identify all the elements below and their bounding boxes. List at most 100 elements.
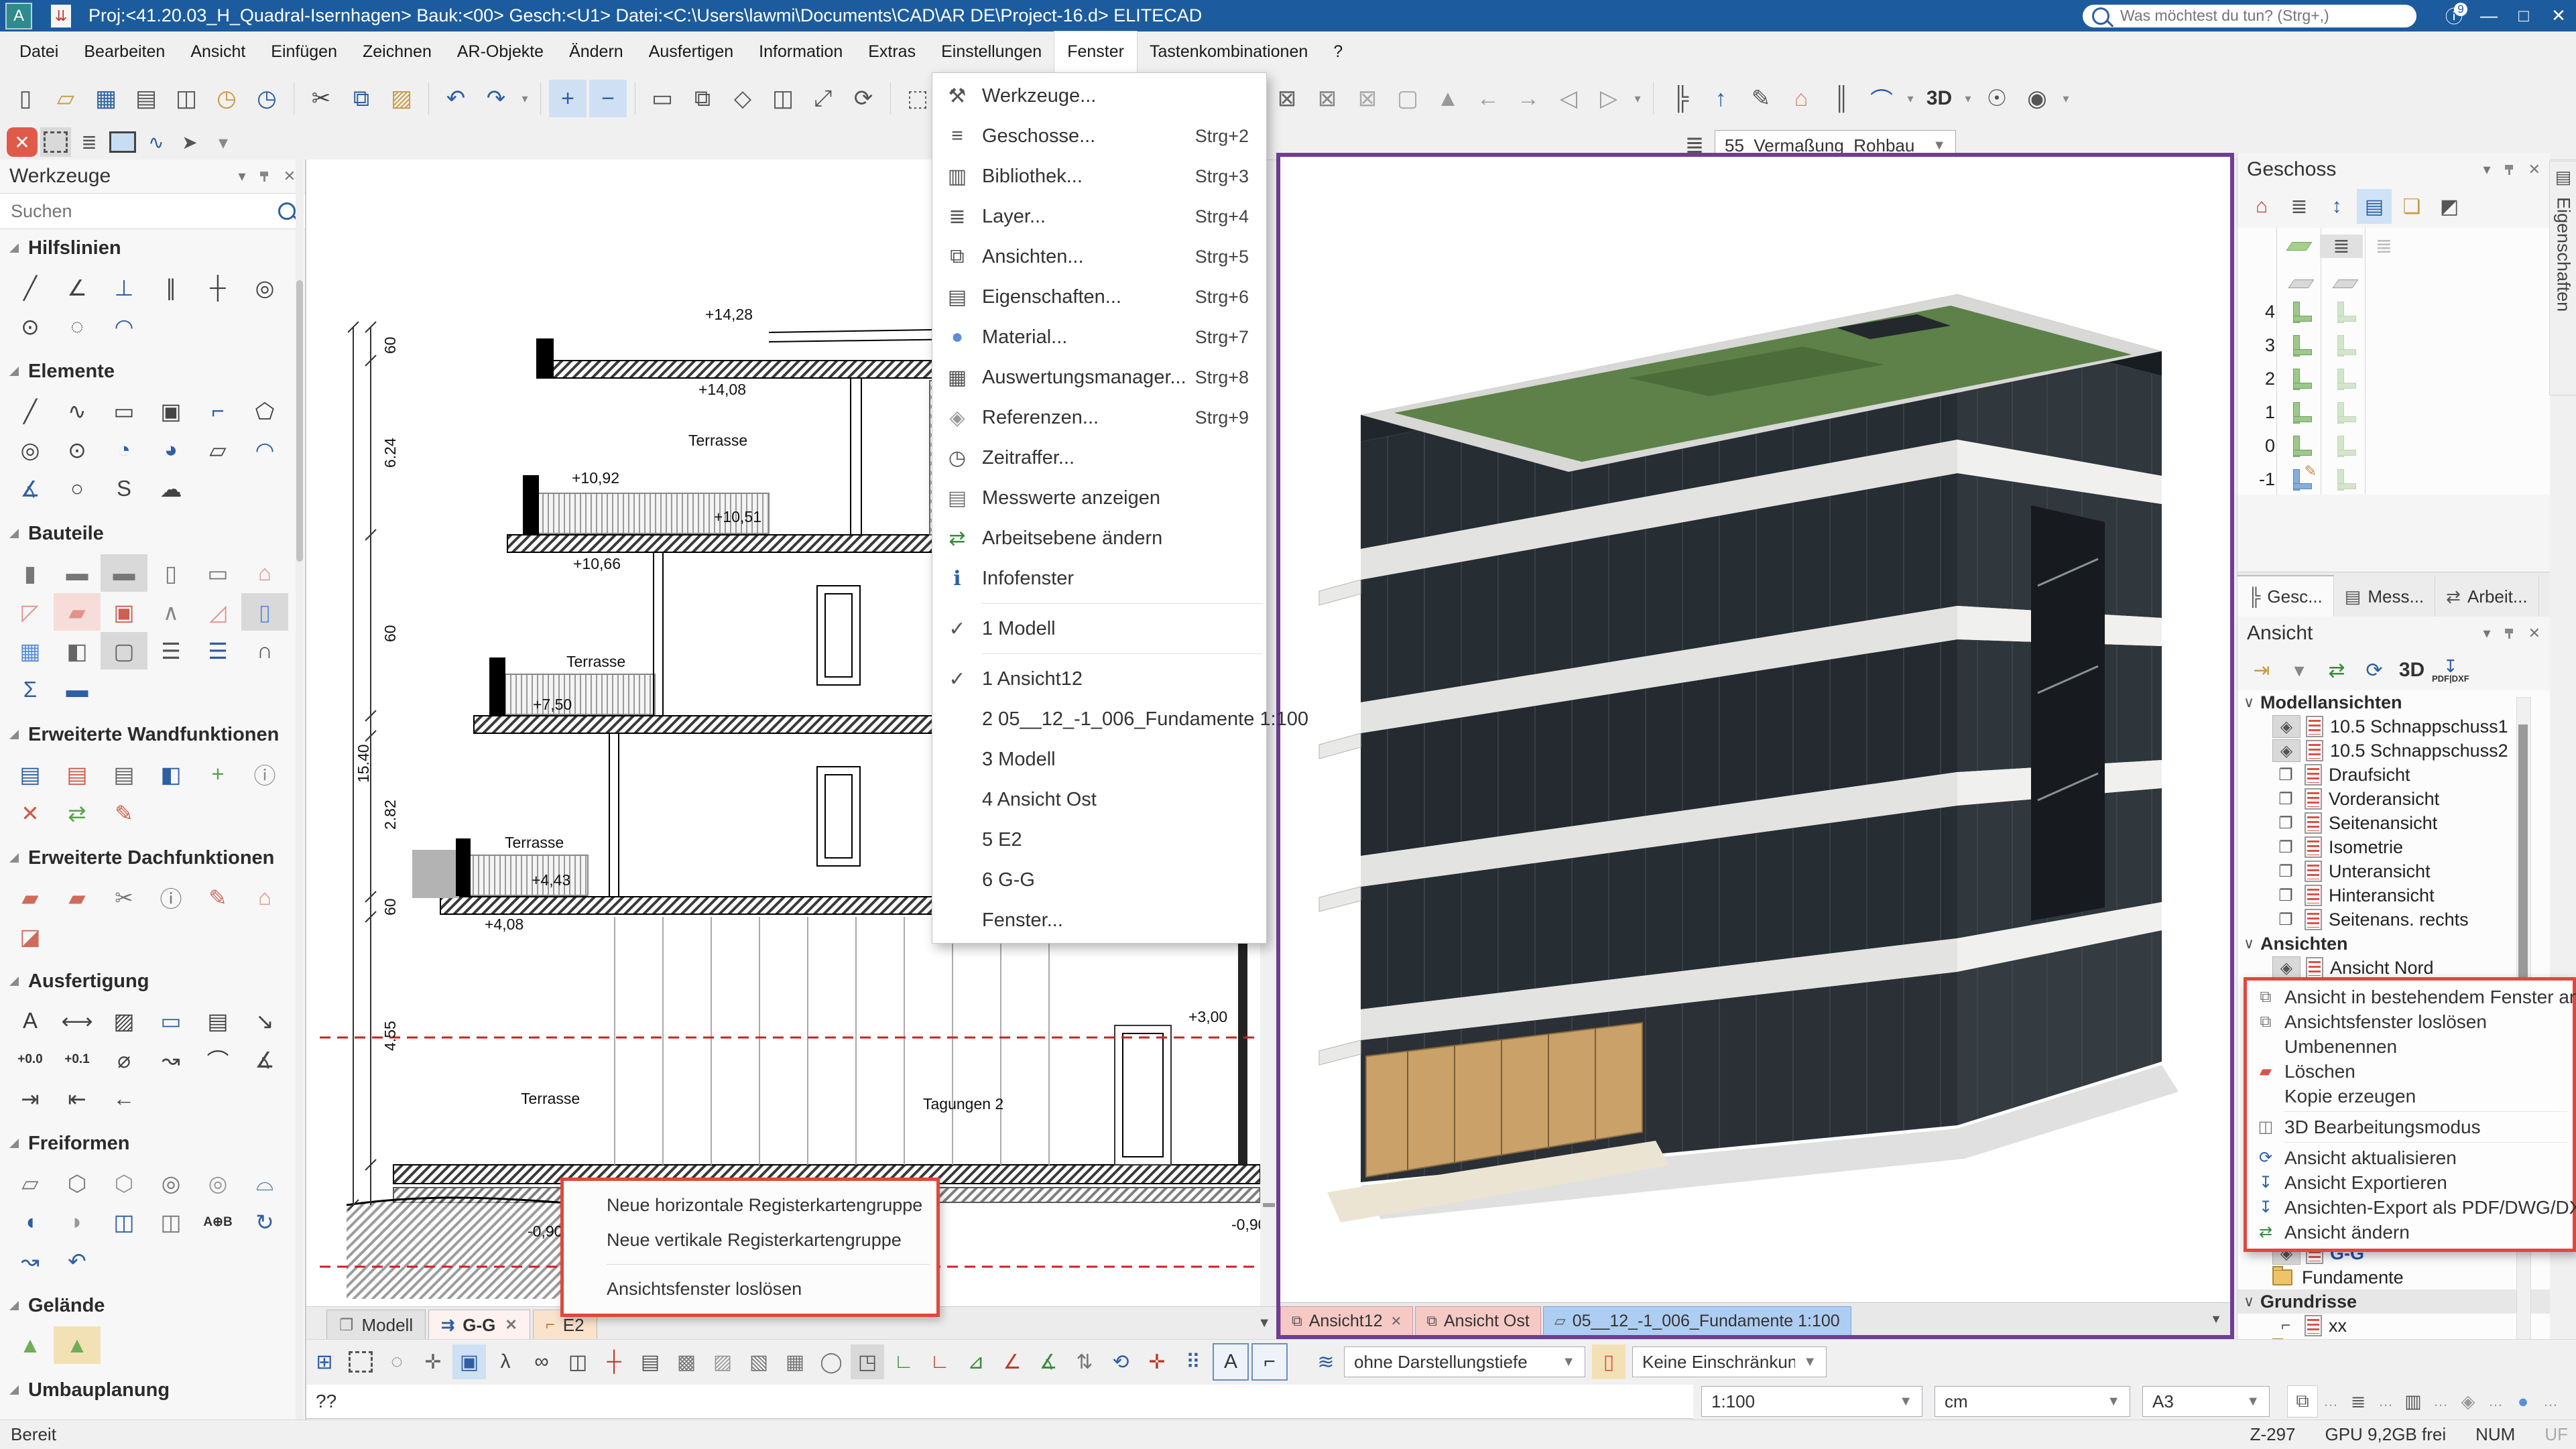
menu-item-referenzen-[interactable]: ◈ Referenzen... Strg+9	[932, 397, 1266, 438]
menu-item-6-g-g[interactable]: 6 G-G	[932, 860, 1266, 900]
menu-item-geschosse-[interactable]: ≡ Geschosse... Strg+2	[932, 116, 1266, 156]
storey-state-icon[interactable]: ✎	[2290, 462, 2317, 491]
sphere-view-icon[interactable]: ◯	[814, 1344, 848, 1379]
project-structure-icon[interactable]: ⌂	[2244, 189, 2279, 224]
export-pdf-dxf-icon[interactable]: ↧ PDF|DXF	[2432, 653, 2469, 688]
popup-item-1[interactable]: Neue horizontale Registerkartengruppe	[564, 1195, 936, 1216]
panel-tab-mess-[interactable]: ▤ Mess...	[2334, 576, 2436, 617]
roof-plane-icon[interactable]: ▰	[54, 593, 101, 631]
help-line-icon[interactable]: ╱	[7, 269, 54, 306]
command-input[interactable]: ??	[306, 1384, 1693, 1419]
paste-icon[interactable]: ▨	[383, 80, 420, 117]
arrow-curve-icon[interactable]: ↝	[147, 1041, 194, 1078]
save-icon[interactable]: ▦	[87, 80, 125, 117]
menu-tastenkombinationen[interactable]: Tastenkombinationen	[1137, 32, 1321, 72]
dormer-icon[interactable]: ∧	[147, 593, 194, 631]
menu-item-arbeitsebene-ndern[interactable]: ⇄ Arbeitsebene ändern	[932, 518, 1266, 558]
circle-point-icon[interactable]: ⊙	[54, 431, 101, 468]
divide-icon[interactable]: ◫	[101, 1203, 147, 1241]
help-search-input[interactable]	[2119, 6, 2407, 25]
storey-visibility-icon[interactable]	[2334, 302, 2357, 323]
menu-item-1-modell[interactable]: ✓ 1 Modell	[932, 609, 1266, 649]
view3d-tab-05-12-1-006-fundamente-1-100[interactable]: ▱ 05__12_-1_006_Fundamente 1:100	[1542, 1306, 1851, 1335]
stairs-railing-icon[interactable]: ☰	[194, 632, 241, 670]
cancel-icon[interactable]: ✕	[7, 127, 38, 157]
open-icon[interactable]: ▱	[47, 80, 84, 117]
tree-item-isometrie[interactable]: ❐ Isometrie	[2237, 835, 2550, 859]
save-version-icon[interactable]: ◷	[248, 80, 286, 117]
panel-menu-icon[interactable]: ▾	[2483, 625, 2491, 642]
tree-group-grundrisse[interactable]: ∨ Grundrisse	[2237, 1289, 2550, 1314]
fit-all-icon[interactable]: ⊠	[1268, 80, 1306, 117]
storey-row-0[interactable]: 0	[2237, 428, 2405, 464]
bend-icon[interactable]: ⌓	[241, 1164, 288, 1202]
circle-tangent-icon[interactable]: ◔	[101, 431, 147, 468]
unit-selector[interactable]: cm ▼	[1935, 1386, 2130, 1417]
roof-trim-icon[interactable]: ◸	[7, 593, 54, 631]
menu-item-eigenschaften-[interactable]: ▤ Eigenschaften... Strg+6	[932, 277, 1266, 317]
storey-list-icon[interactable]: ▤	[2357, 189, 2392, 224]
storey-visibility-icon[interactable]	[2334, 369, 2357, 390]
fit-sheet-icon[interactable]: ▢	[1389, 80, 1426, 117]
rotate-3d-icon[interactable]: ⟲	[1104, 1344, 1138, 1379]
tree-group-modellansichten[interactable]: ∨ Modellansichten	[2237, 690, 2550, 714]
torus-icon[interactable]: ◎	[147, 1164, 194, 1202]
drawing-column-header[interactable]: ≣	[2363, 235, 2405, 258]
scale-selector[interactable]: 1:100 ▼	[1701, 1386, 1922, 1417]
axis-rotate-icon[interactable]: ∡	[1032, 1344, 1065, 1379]
print-icon[interactable]: ▤	[127, 80, 165, 117]
roof-pair-icon[interactable]: ⌂	[241, 879, 288, 916]
context-item-l-schen[interactable]: ▰ Löschen	[2247, 1059, 2573, 1084]
diameter-dim-icon[interactable]: ⌀	[101, 1041, 147, 1078]
panel-tab-gesc-[interactable]: ╠ Gesc...	[2237, 575, 2334, 617]
roof-rebuild-icon[interactable]: ⌂	[194, 1411, 241, 1420]
view-3d-icon[interactable]: 3D	[2394, 653, 2429, 688]
arc-dim-icon[interactable]: ⌒	[194, 1041, 241, 1078]
column-icon[interactable]: ▯	[147, 554, 194, 592]
menu--ndern[interactable]: Ändern	[556, 32, 636, 72]
help-cross-icon[interactable]: ┼	[194, 269, 241, 306]
select-marquee-icon[interactable]	[40, 127, 71, 157]
material-manager-icon[interactable]: ●	[2508, 1386, 2538, 1417]
angle-dim-icon[interactable]: ∡	[241, 1041, 288, 1078]
cloud-icon[interactable]: ☁	[147, 470, 194, 507]
menu--[interactable]: ?	[1321, 32, 1355, 72]
tree-item-unteransicht[interactable]: ❐ Unteransicht	[2237, 859, 2550, 883]
context-item-ansicht-in-bestehendem-fenster-anzeigen[interactable]: ⧉ Ansicht in bestehendem Fenster anzeigen	[2247, 985, 2576, 1009]
torus-half-icon[interactable]: ◎	[194, 1164, 241, 1202]
menu-item-layer-[interactable]: ≣ Layer... Strg+4	[932, 196, 1266, 237]
load-view-icon[interactable]: ⇥	[2244, 653, 2279, 688]
contour-icon[interactable]: ⌐	[194, 392, 241, 430]
storey-state-icon[interactable]	[2290, 369, 2313, 390]
leader-arrow-icon[interactable]: ↘	[241, 1002, 288, 1040]
close-icon[interactable]: ✕	[1391, 1313, 1402, 1330]
menu-ar-objekte[interactable]: AR-Objekte	[444, 32, 556, 72]
wall-swap-icon[interactable]: ⇄	[54, 794, 101, 832]
view3d-tab-ansicht12[interactable]: ⧉ Ansicht12 ✕	[1280, 1306, 1414, 1335]
perspective-icon[interactable]: ▲	[1429, 80, 1467, 117]
fill-rect-icon[interactable]	[107, 127, 138, 157]
pin-icon[interactable]	[259, 171, 270, 182]
box-update-icon[interactable]: ⇅	[1068, 1344, 1101, 1379]
shaded-box-icon[interactable]: ▩	[670, 1344, 703, 1379]
storeys-manage-icon[interactable]: ≣	[2282, 189, 2317, 224]
menu-extras[interactable]: Extras	[855, 32, 928, 72]
menu-einstellungen[interactable]: Einstellungen	[928, 32, 1054, 72]
menu-item-bibliothek-[interactable]: ▥ Bibliothek... Strg+3	[932, 156, 1266, 196]
tree-item-ansicht-nord[interactable]: ◈ Ansicht Nord	[2237, 956, 2550, 980]
level-mark-plan-icon[interactable]: +0.1	[54, 1041, 101, 1078]
restriction-selector[interactable]: Keine Einschränkung ▼	[1632, 1346, 1827, 1377]
section-erweiterte-dachfunktionen[interactable]: Erweiterte Dachfunktionen	[0, 839, 305, 877]
tab-scroll-icon[interactable]: ▼	[2210, 1312, 2222, 1326]
notifications-button[interactable]: ⓘ 9	[2437, 0, 2471, 32]
menu-ausfertigen[interactable]: Ausfertigen	[636, 32, 746, 72]
context-item-ansicht-ndern[interactable]: ⇄ Ansicht ändern	[2247, 1220, 2573, 1245]
storey-reference-icon[interactable]: ╠	[1662, 80, 1699, 117]
tree-item-10-5-schnappschuss1[interactable]: ◈ 10.5 Schnappschuss1	[2237, 714, 2550, 739]
column-tool-icon[interactable]: ║	[1823, 80, 1860, 117]
viewport-split-handle[interactable]	[1263, 1203, 1275, 1207]
terrain-import-icon[interactable]: ▲	[54, 1326, 101, 1364]
line-icon[interactable]: ╱	[7, 392, 54, 430]
axis-z-icon[interactable]: ∟	[923, 1344, 957, 1379]
mirror-object-icon[interactable]: ◫	[764, 80, 802, 117]
